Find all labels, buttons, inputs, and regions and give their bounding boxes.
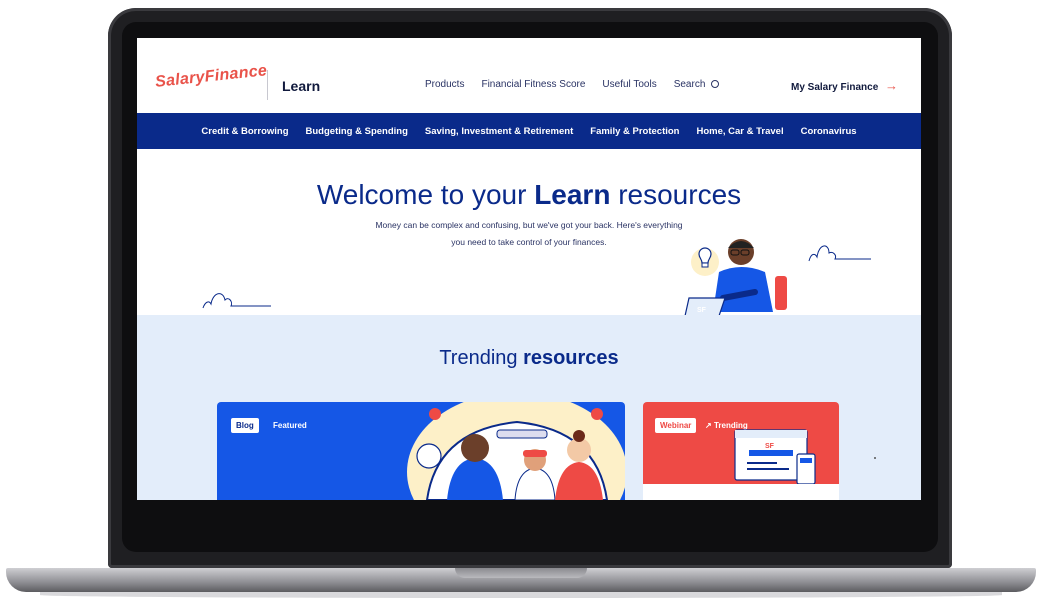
nav-financial-fitness-score[interactable]: Financial Fitness Score — [481, 79, 585, 90]
nav-useful-tools[interactable]: Useful Tools — [602, 79, 656, 90]
trending-title: Trending resources — [137, 347, 921, 370]
category-credit-borrowing[interactable]: Credit & Borrowing — [201, 126, 288, 137]
cloud-doodle-right — [808, 245, 871, 262]
webinar-tag: Webinar — [655, 418, 697, 433]
search-icon — [711, 80, 720, 88]
webinar-card[interactable]: Webinar ↗ Trending SF — [643, 402, 839, 500]
category-home-car-travel[interactable]: Home, Car & Travel — [696, 126, 783, 137]
laptop-notch — [455, 568, 587, 578]
salary-finance-logo[interactable]: SalaryFinance — [154, 62, 268, 92]
hero-title-bold: Learn — [534, 179, 611, 210]
hero-title: Welcome to your Learn resources — [137, 179, 921, 211]
featured-label: Featured — [273, 421, 307, 430]
category-navigation: Credit & Borrowing Budgeting & Spending … — [137, 113, 921, 149]
nav-search[interactable]: Search — [673, 79, 720, 90]
hero-subtitle: Money can be complex and confusing, but … — [375, 220, 683, 247]
category-budgeting-spending[interactable]: Budgeting & Spending — [306, 126, 408, 137]
trending-title-prefix: Trending — [439, 347, 524, 369]
webinar-card-footer — [643, 484, 839, 500]
hero-section: Welcome to your Learn resources Money ca… — [137, 149, 921, 317]
hero-title-prefix: Welcome to your — [316, 179, 535, 210]
my-salary-finance-label: My Salary Finance — [791, 82, 879, 93]
trending-up-icon: ↗ — [705, 421, 714, 430]
my-salary-finance-link[interactable]: My Salary Finance → — [791, 78, 898, 93]
trending-title-bold: resources — [523, 347, 619, 369]
header: SalaryFinance Learn Products Financial F… — [137, 38, 921, 113]
category-coronavirus[interactable]: Coronavirus — [801, 126, 857, 137]
category-family-protection[interactable]: Family & Protection — [590, 126, 679, 137]
blog-card[interactable]: Blog Featured — [217, 402, 625, 500]
person-with-laptop-illustration: SF — [683, 239, 793, 317]
hero-title-suffix: resources — [610, 179, 742, 210]
screen-dot — [874, 457, 876, 459]
arrow-right-icon: → — [885, 78, 899, 93]
trending-section: Trending resources Blog Featured Webinar… — [137, 315, 921, 500]
logo-divider — [267, 70, 268, 100]
nav-products[interactable]: Products — [425, 79, 464, 90]
svg-text:SF: SF — [697, 307, 707, 314]
cloud-doodle-left — [202, 293, 271, 309]
top-navigation: Products Financial Fitness Score Useful … — [425, 79, 720, 90]
svg-text:SF: SF — [765, 443, 775, 450]
browser-screen: SalaryFinance Learn Products Financial F… — [137, 38, 921, 500]
section-title[interactable]: Learn — [282, 78, 320, 94]
family-in-car-illustration — [407, 402, 625, 500]
laptop-shadow — [40, 592, 1002, 598]
blog-tag: Blog — [231, 418, 259, 433]
webinar-screen-illustration: SF — [734, 429, 816, 485]
category-saving-investment-retirement[interactable]: Saving, Investment & Retirement — [425, 126, 573, 137]
nav-search-label: Search — [673, 79, 706, 90]
